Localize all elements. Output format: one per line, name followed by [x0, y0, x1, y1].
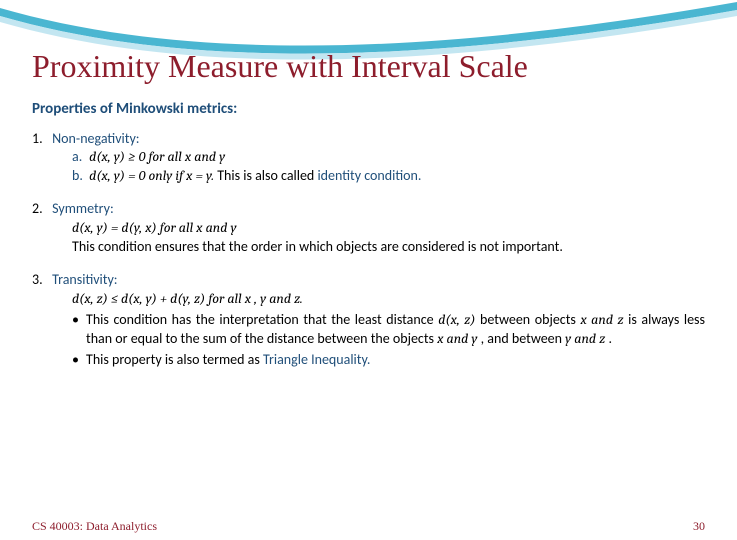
bullet-icon: •: [72, 351, 86, 370]
footer-course: CS 40003: Data Analytics: [32, 519, 157, 534]
bullet-text: between objects: [480, 311, 580, 328]
bullet-item: • This property is also termed as Triang…: [72, 351, 705, 370]
item-name: Transitivity:: [52, 271, 117, 288]
slide-footer: CS 40003: Data Analytics 30: [32, 519, 705, 534]
formula: d(x, y) = 0 only if x = y.: [89, 167, 214, 184]
item-number: 1.: [32, 130, 43, 147]
section-heading: Properties of Minkowski metrics:: [32, 100, 705, 118]
footer-page-number: 30: [693, 519, 705, 534]
bullet-item: • This condition has the interpretation …: [72, 311, 705, 349]
formula-line: d(x, y) = d(y, x) for all x and y: [72, 219, 705, 238]
bullet-text: This condition has the interpretation th…: [86, 311, 438, 328]
formula: d(x, y) = d(y, x) for all x and y: [72, 219, 237, 236]
list-item: 2. Symmetry: d(x, y) = d(y, x) for all x…: [32, 200, 705, 257]
sub-label: a.: [72, 148, 86, 167]
properties-list: 1. Non-negativity: a. d(x, y) ≥ 0 for al…: [32, 130, 705, 370]
slide-title: Proximity Measure with Interval Scale: [32, 50, 705, 84]
list-item: 1. Non-negativity: a. d(x, y) ≥ 0 for al…: [32, 130, 705, 187]
triangle-inequality: Triangle Inequality.: [263, 351, 370, 368]
identity-condition: identity condition.: [317, 167, 421, 184]
sub-text: This is also called: [217, 167, 317, 184]
bullet-icon: •: [72, 311, 86, 349]
bullet-text: , and between: [481, 330, 566, 347]
list-item: 3. Transitivity: d(x, z) ≤ d(x, y) + d(y…: [32, 271, 705, 369]
item-name: Symmetry:: [52, 200, 114, 217]
sub-label: b.: [72, 167, 86, 186]
item-number: 2.: [32, 200, 43, 217]
item-number: 3.: [32, 271, 43, 288]
explanation-line: This condition ensures that the order in…: [72, 238, 705, 257]
bullet-text: .: [608, 330, 612, 347]
inline-math: y and z: [565, 330, 605, 347]
inline-math: d(x, z): [438, 311, 475, 328]
sub-item: b. d(x, y) = 0 only if x = y. This is al…: [72, 167, 705, 186]
bullet-text: This property is also termed as: [86, 351, 263, 368]
inline-math: x and z: [580, 311, 623, 328]
sub-item: a. d(x, y) ≥ 0 for all x and y: [72, 148, 705, 167]
inline-math: x and y: [437, 330, 477, 347]
item-name: Non-negativity:: [52, 130, 139, 147]
formula: d(x, y) ≥ 0 for all x and y: [89, 148, 225, 165]
formula: d(x, z) ≤ d(x, y) + d(y, z) for all x , …: [72, 290, 303, 307]
formula-line: d(x, z) ≤ d(x, y) + d(y, z) for all x , …: [72, 290, 705, 309]
